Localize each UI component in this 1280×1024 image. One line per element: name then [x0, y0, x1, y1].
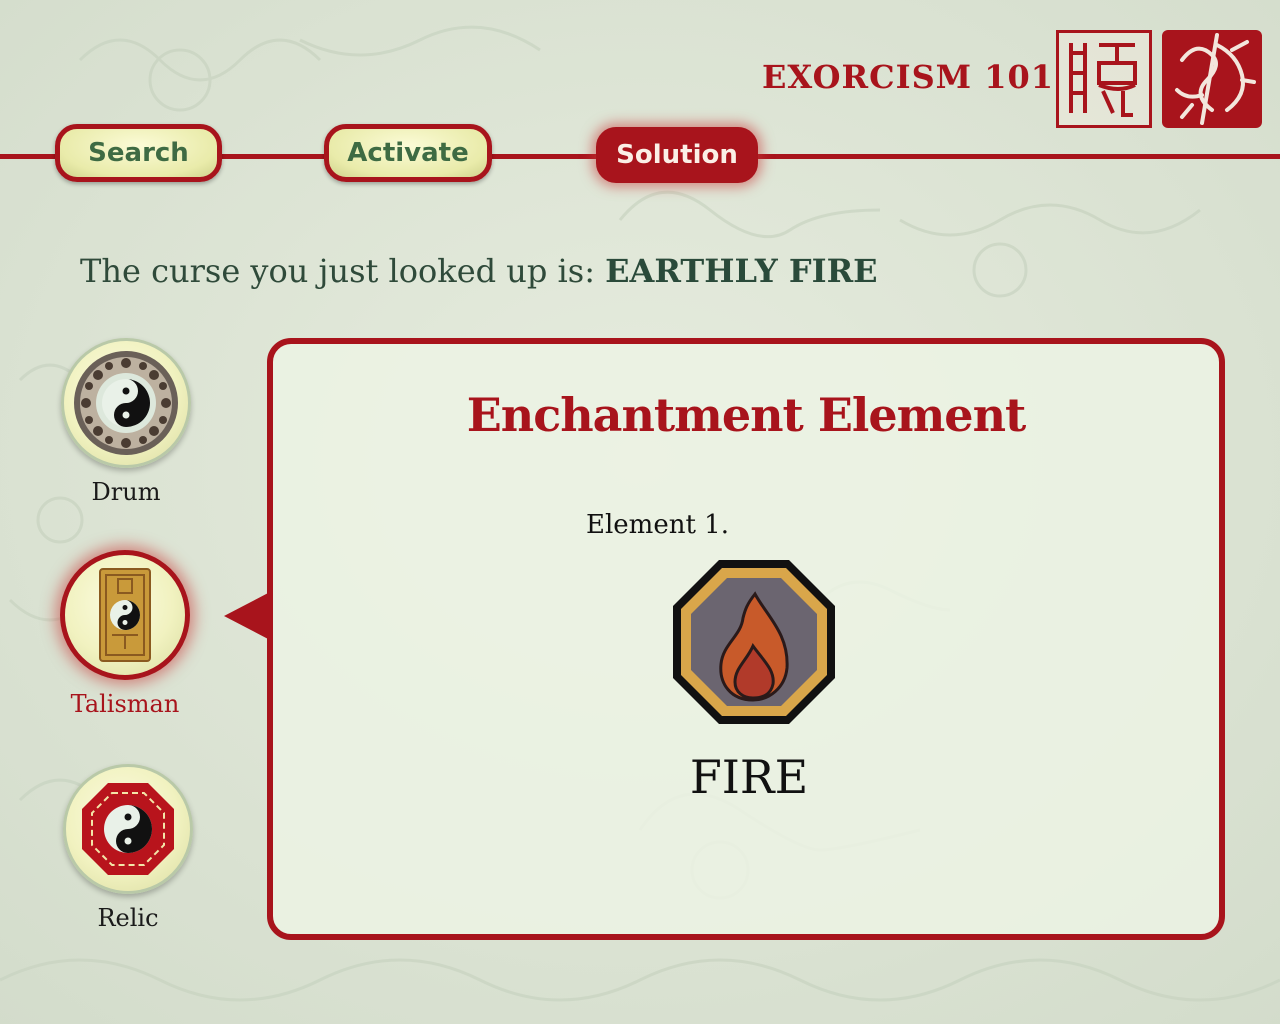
- curse-summary: The curse you just looked up is: EARTHLY…: [80, 252, 878, 290]
- nav-item-relic[interactable]: Relic: [48, 764, 208, 932]
- nav-label-drum: Drum: [91, 478, 161, 506]
- curse-prefix: The curse you just looked up is:: [80, 252, 595, 290]
- element-name: FIRE: [689, 750, 809, 804]
- tab-activate[interactable]: Activate: [324, 124, 492, 182]
- curse-name: EARTHLY FIRE: [605, 252, 878, 290]
- talisman-yin-yang-icon: [99, 568, 151, 662]
- solution-panel: Enchantment Element Element 1. FIRE: [267, 338, 1225, 940]
- seal-stamp-icon: [1056, 30, 1152, 128]
- nav-label-talisman: Talisman: [70, 690, 180, 718]
- nav-circle-drum[interactable]: [61, 338, 191, 468]
- selection-pointer: [224, 592, 270, 640]
- tab-search[interactable]: Search: [55, 124, 222, 182]
- dragon-seal-icon: [1162, 30, 1262, 128]
- bagua-mirror-icon: [82, 783, 174, 875]
- nav-circle-talisman[interactable]: [60, 550, 190, 680]
- nav-circle-relic[interactable]: [63, 764, 193, 894]
- nav-item-talisman[interactable]: Talisman: [45, 550, 205, 718]
- nav-label-relic: Relic: [97, 904, 159, 932]
- drum-yin-yang-icon: [74, 351, 178, 455]
- fire-element-icon: [673, 560, 835, 724]
- tab-solution[interactable]: Solution: [596, 127, 758, 183]
- nav-item-drum[interactable]: Drum: [46, 338, 206, 506]
- app-title: EXORCISM 101: [762, 58, 1055, 96]
- panel-title: Enchantment Element: [466, 388, 1027, 442]
- element-label: Element 1.: [586, 510, 729, 540]
